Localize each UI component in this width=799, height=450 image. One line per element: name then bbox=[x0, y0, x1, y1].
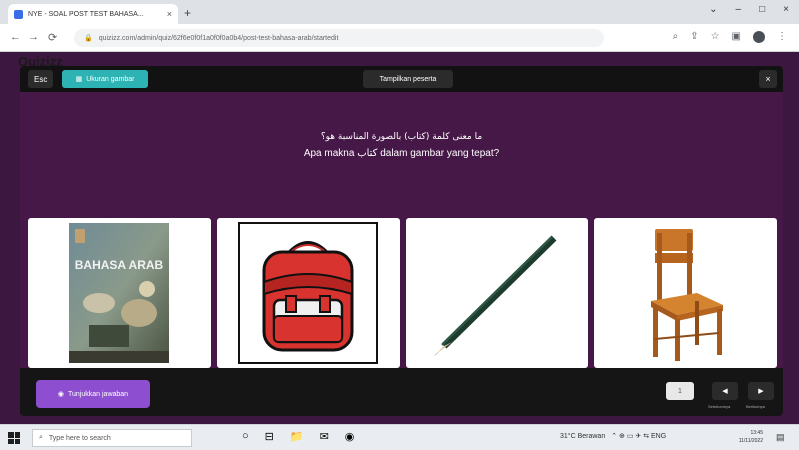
chrome-icon[interactable]: ◉ bbox=[345, 430, 355, 443]
windows-taskbar: ⌕ Type here to search ○ ⊟ 📁 ✉ ◉ 31°C Ber… bbox=[0, 424, 799, 450]
system-tray: 31°C Berawan ⌃ ⊕ ▭ ✈ ⇆ ENG bbox=[560, 432, 666, 441]
maximize-button[interactable]: □ bbox=[759, 4, 765, 15]
favicon-icon bbox=[14, 9, 23, 19]
windows-start-icon[interactable] bbox=[8, 432, 20, 444]
modal-close-button[interactable]: × bbox=[759, 70, 777, 88]
minimize-button[interactable]: – bbox=[736, 4, 742, 15]
show-participants-label: Tampilkan peserta bbox=[379, 75, 437, 83]
option-chair[interactable] bbox=[594, 218, 777, 368]
modal-toolbar: Esc ▦ Ukuran gambar Tampilkan peserta × bbox=[20, 66, 783, 92]
reload-button[interactable]: ⟳ bbox=[48, 31, 57, 44]
tab-close-icon[interactable]: × bbox=[167, 9, 172, 19]
modal-footer: ◉ Tunjukkan jawaban 1 ◀ ▶ Sebelumnya Ber… bbox=[20, 368, 783, 416]
image-icon: ▦ bbox=[75, 76, 83, 83]
eye-icon: ◉ bbox=[57, 391, 65, 398]
profile-avatar[interactable] bbox=[753, 31, 765, 43]
clock-time: 13:45 bbox=[750, 430, 763, 436]
close-window-button[interactable]: × bbox=[783, 4, 789, 15]
show-participants-button[interactable]: Tampilkan peserta bbox=[363, 70, 453, 88]
next-button[interactable]: ▶ bbox=[748, 382, 774, 400]
bookmark-star-icon[interactable]: ☆ bbox=[711, 31, 720, 43]
tab-sidebar-icon[interactable]: ▣ bbox=[732, 31, 741, 43]
browser-extras: ⌕ ⇪ ☆ ▣ ⋮ bbox=[673, 31, 787, 43]
clock-date: 11/11/2022 bbox=[738, 438, 763, 444]
task-view-icon[interactable]: ⊟ bbox=[265, 430, 274, 443]
tab-search-button[interactable]: ⌄ bbox=[709, 4, 717, 15]
previous-button[interactable]: ◀ bbox=[712, 382, 738, 400]
school-bag-image bbox=[238, 222, 379, 364]
wooden-chair-image bbox=[650, 229, 723, 361]
esc-button[interactable]: Esc bbox=[28, 70, 54, 88]
tab-title: NYE - SOAL POST TEST BAHASA... bbox=[28, 10, 144, 18]
question-number-label: 1 bbox=[678, 387, 682, 395]
back-button[interactable]: ← bbox=[10, 31, 21, 43]
show-answer-label: Tunjukkan jawaban bbox=[68, 390, 129, 398]
window-controls: ⌄ – □ × bbox=[709, 4, 789, 15]
question-arabic: ما معنى كلمة (كتاب) بالصورة المناسبة هو؟ bbox=[320, 132, 483, 142]
question-preview-modal: Esc ▦ Ukuran gambar Tampilkan peserta × … bbox=[20, 66, 783, 416]
option-book[interactable]: BAHASA ARAB bbox=[28, 218, 211, 368]
next-label: Berikutnya bbox=[746, 404, 765, 409]
show-answer-button[interactable]: ◉ Tunjukkan jawaban bbox=[36, 380, 150, 408]
option-bag[interactable] bbox=[216, 218, 400, 368]
browser-tabbar: NYE - SOAL POST TEST BAHASA... × + ⌄ – □… bbox=[0, 0, 799, 24]
url-input[interactable]: 🔒 quizizz.com/admin/quiz/62f6e0f0f1a0f0f… bbox=[74, 29, 604, 47]
fit-image-label: Ukuran gambar bbox=[86, 75, 135, 83]
share-icon[interactable]: ⇪ bbox=[690, 31, 698, 43]
arabic-book-image: BAHASA ARAB bbox=[69, 223, 170, 363]
system-clock[interactable]: 13:45 11/11/2022 bbox=[733, 429, 763, 445]
mail-icon[interactable]: ✉ bbox=[320, 430, 329, 443]
taskbar-search-input[interactable]: ⌕ Type here to search bbox=[32, 429, 192, 447]
taskbar-apps: ○ ⊟ 📁 ✉ ◉ bbox=[242, 430, 354, 443]
search-icon: ⌕ bbox=[39, 434, 43, 441]
new-tab-button[interactable]: + bbox=[184, 6, 191, 20]
taskbar-search-placeholder: Type here to search bbox=[48, 434, 111, 442]
question-indonesian: Apa makna كتاب dalam gambar yang tepat? bbox=[303, 148, 500, 159]
fit-image-button[interactable]: ▦ Ukuran gambar bbox=[62, 70, 148, 88]
notification-icon[interactable]: ▤ bbox=[776, 432, 785, 443]
chevron-left-icon: ◀ bbox=[722, 388, 728, 395]
esc-label: Esc bbox=[34, 74, 48, 84]
weather-widget[interactable]: 31°C Berawan bbox=[560, 433, 605, 440]
option-pencil[interactable] bbox=[405, 218, 589, 368]
forward-button[interactable]: → bbox=[28, 31, 39, 43]
book-cover-title: BAHASA ARAB bbox=[75, 258, 164, 272]
file-explorer-icon[interactable]: 📁 bbox=[290, 430, 304, 443]
browser-tab[interactable]: NYE - SOAL POST TEST BAHASA... × bbox=[8, 4, 178, 24]
lock-icon: 🔒 bbox=[84, 35, 93, 42]
question-number-button[interactable]: 1 bbox=[666, 382, 694, 400]
close-icon: × bbox=[765, 74, 771, 84]
menu-kebab-icon[interactable]: ⋮ bbox=[777, 31, 787, 43]
pencil-image bbox=[433, 235, 557, 356]
zoom-icon[interactable]: ⌕ bbox=[673, 31, 679, 43]
answer-options: BAHASA ARAB bbox=[28, 218, 777, 368]
chevron-right-icon: ▶ bbox=[758, 388, 764, 395]
previous-label: Sebelumnya bbox=[708, 404, 731, 409]
address-bar: ← → ⟳ 🔒 quizizz.com/admin/quiz/62f6e0f0f… bbox=[0, 24, 799, 52]
tray-icons[interactable]: ⌃ ⊕ ▭ ✈ ⇆ ENG bbox=[611, 432, 666, 440]
question-text: ما معنى كلمة (كتاب) بالصورة المناسبة هو؟… bbox=[20, 132, 783, 159]
cortana-icon[interactable]: ○ bbox=[242, 430, 249, 443]
url-text: quizizz.com/admin/quiz/62f6e0f0f1a0f0f0a… bbox=[98, 34, 339, 42]
